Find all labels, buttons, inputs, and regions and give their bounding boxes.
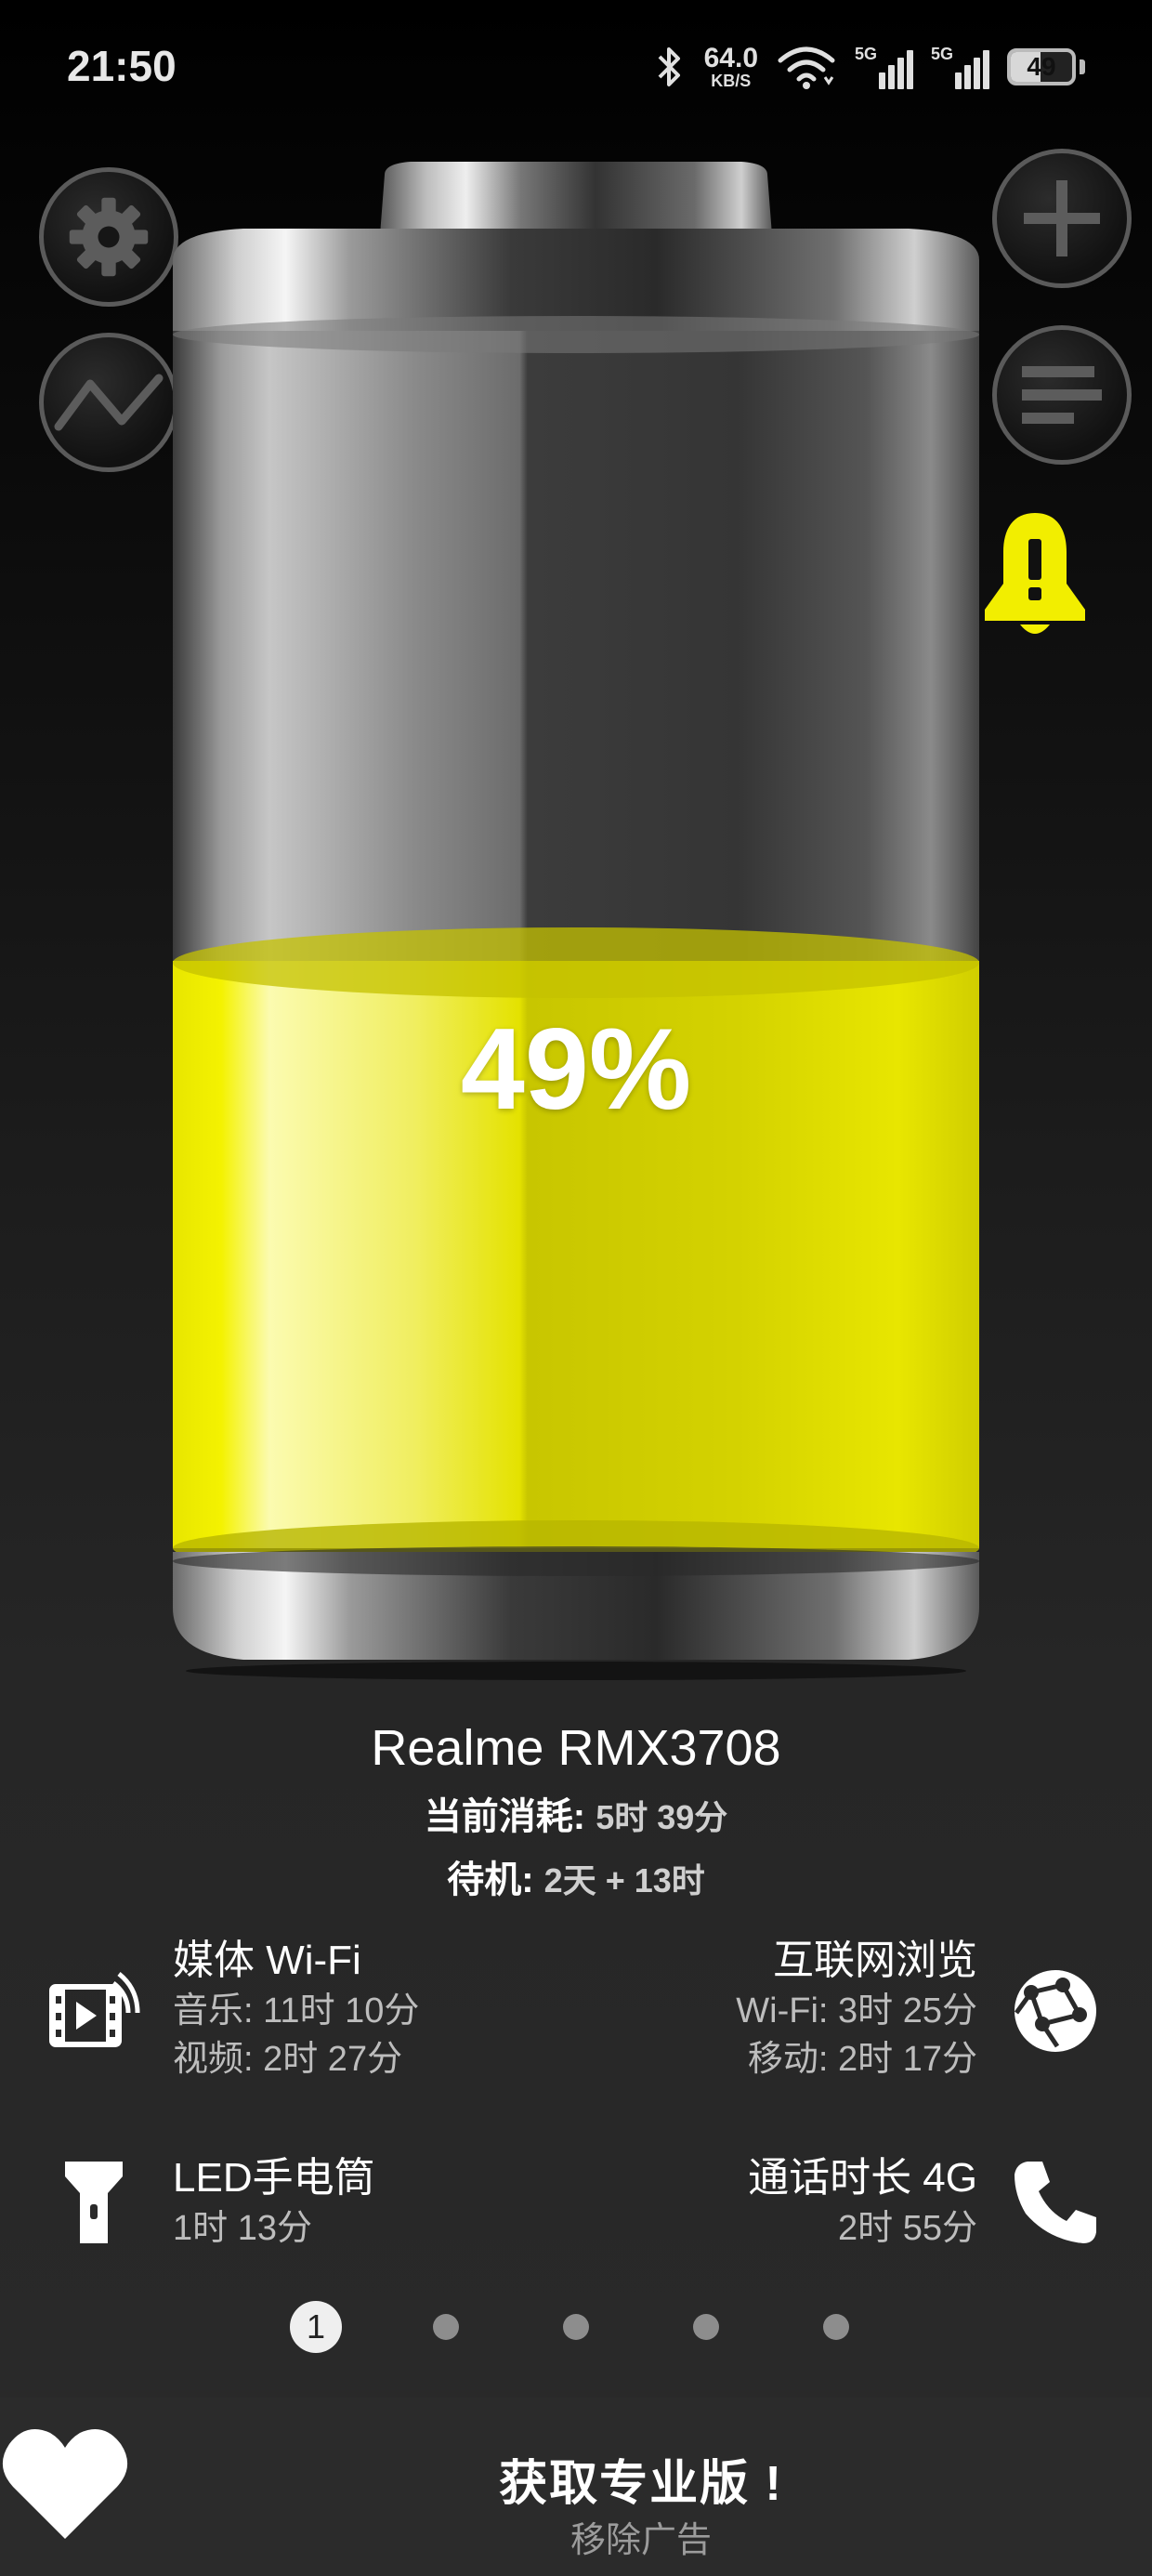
page-indicator: 1 [0, 2299, 1152, 2355]
signal-icon-sim1: 5G [855, 45, 913, 89]
status-icons: 64.0 KB/S 5G 5G 49 [654, 41, 1085, 93]
heart-icon [2, 2429, 128, 2539]
status-time: 21:50 [67, 42, 177, 90]
flashlight-icon [65, 2162, 123, 2243]
usage-media: 媒体 Wi-Fi 音乐: 11时 10分 视频: 2时 27分 [173, 1935, 419, 2083]
usage-call-title: 通话时长 4G [748, 2155, 977, 2201]
media-video-icon [49, 1972, 140, 2047]
net-speed-unit: KB/S [711, 72, 752, 90]
get-pro-banner[interactable]: 获取专业版 ! 移除广告 [0, 2398, 1152, 2576]
battery-level-text: 49 [1027, 52, 1056, 81]
page-dot-3[interactable] [563, 2314, 589, 2340]
page-dot-5[interactable] [823, 2314, 849, 2340]
usage-browse-mobile: 移动: 2时 17分 [747, 2040, 977, 2079]
usage-media-title: 媒体 Wi-Fi [173, 1938, 361, 1983]
battery-body [173, 162, 979, 1680]
usage-led-time: 1时 13分 [173, 2209, 312, 2248]
usage-media-video: 视频: 2时 27分 [173, 2040, 403, 2079]
usage-browse-title: 互联网浏览 [773, 1938, 977, 1983]
gear-icon [69, 197, 149, 277]
device-name: Realme RMX3708 [371, 1720, 781, 1776]
list-button[interactable] [992, 325, 1132, 465]
current-consumption-label: 当前消耗: [424, 1796, 586, 1837]
bell-alert-icon [985, 513, 1085, 634]
settings-button[interactable] [39, 167, 178, 307]
sim2-tag: 5G [931, 45, 954, 63]
remove-ads-subtitle: 移除广告 [569, 2521, 712, 2560]
current-consumption-value: 5时 39分 [596, 1798, 728, 1836]
device-info: Realme RMX3708 当前消耗: 5时 39分 待机: 2天 + 13时 [0, 1719, 1152, 1903]
standby-label: 待机: [447, 1860, 534, 1900]
battery-icon-nub [1080, 59, 1085, 74]
standby-time: 待机: 2天 + 13时 [0, 1849, 1152, 1903]
usage-call: 通话时长 4G 2时 55分 [748, 2152, 977, 2253]
list-icon [1022, 366, 1102, 424]
graph-button[interactable] [39, 333, 178, 472]
page-dot-1[interactable]: 1 [290, 2301, 342, 2353]
usage-browse-wifi: Wi-Fi: 3时 25分 [736, 1991, 977, 2031]
graph-icon [54, 374, 164, 431]
phone-icon [1015, 2162, 1096, 2243]
net-speed: 64.0 KB/S [703, 43, 758, 90]
wifi-icon [778, 46, 835, 89]
page-dot-2[interactable] [433, 2314, 459, 2340]
bluetooth-icon [658, 47, 680, 86]
battery-icon: 49 [1007, 48, 1076, 85]
status-bar: 21:50 64.0 KB/S 5G 5G 49 [0, 0, 1152, 130]
usage-browse: 互联网浏览 Wi-Fi: 3时 25分 移动: 2时 17分 [736, 1935, 977, 2083]
globe-network-icon [1014, 1970, 1096, 2052]
usage-led-title: LED手电筒 [173, 2155, 375, 2201]
battery-graphic [169, 158, 983, 1682]
get-pro-title[interactable]: 获取专业版 ! [353, 2444, 929, 2514]
net-speed-value: 64.0 [703, 43, 758, 73]
current-consumption: 当前消耗: 5时 39分 [0, 1786, 1152, 1840]
sim1-tag: 5G [855, 45, 878, 63]
signal-icon-sim2: 5G [931, 45, 989, 89]
page-dot-4[interactable] [693, 2314, 719, 2340]
usage-call-time: 2时 55分 [838, 2209, 977, 2248]
add-button[interactable] [992, 149, 1132, 288]
plus-icon [1024, 180, 1100, 256]
battery-percent: 49% [460, 1005, 692, 1134]
standby-value: 2天 + 13时 [543, 1861, 705, 1899]
usage-led: LED手电筒 1时 13分 [173, 2152, 375, 2253]
usage-media-music: 音乐: 11时 10分 [173, 1991, 420, 2031]
battery-alert-button[interactable] [981, 509, 1089, 645]
